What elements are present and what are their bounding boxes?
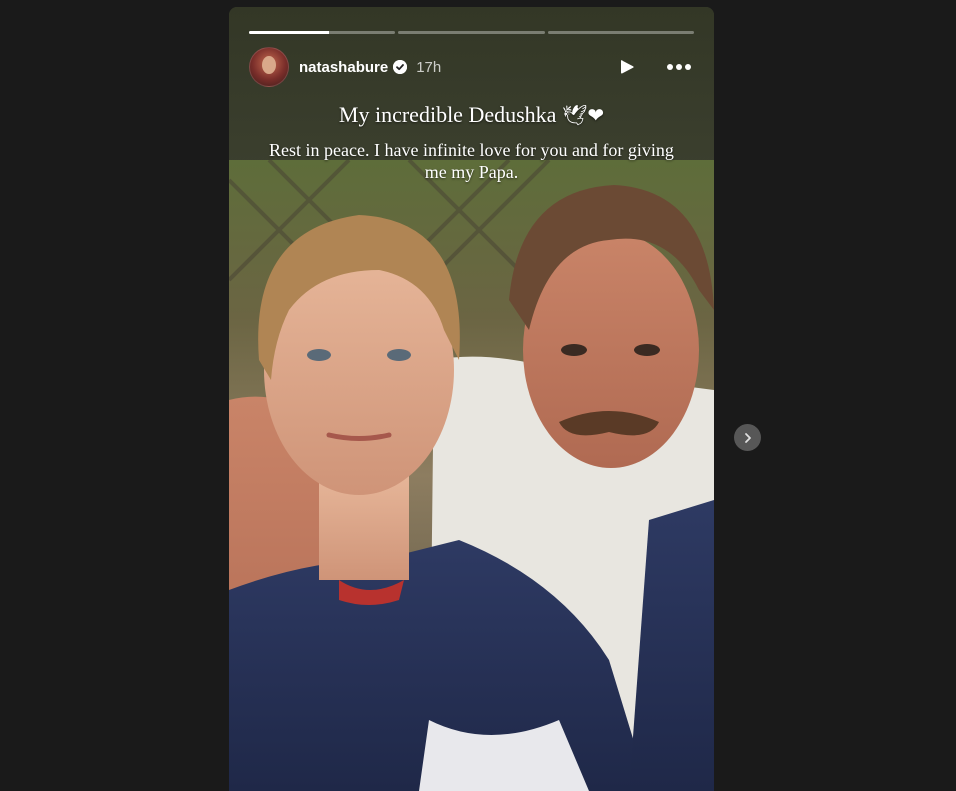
avatar[interactable] [249, 47, 289, 87]
post-time: 17h [416, 58, 442, 76]
username[interactable]: natashabure [299, 59, 388, 76]
story-viewer: natashabure 17h My incredible Dedushka 🕊… [229, 7, 714, 791]
caption-title-text: My incredible Dedushka [338, 102, 557, 127]
story-progress [249, 31, 694, 34]
play-button[interactable] [612, 52, 642, 82]
play-icon [621, 60, 634, 74]
verified-badge-icon [393, 60, 408, 74]
chevron-right-icon [744, 432, 751, 443]
progress-segment [398, 31, 545, 34]
dove-heart-emoji: 🕊❤ [561, 103, 605, 127]
story-photo-illustration [229, 160, 714, 791]
next-story-button[interactable] [734, 424, 761, 451]
progress-segment [249, 31, 396, 34]
progress-segment [547, 31, 694, 34]
story-photo[interactable] [229, 160, 714, 791]
story-caption-title: My incredible Dedushka 🕊❤ [229, 102, 714, 128]
more-icon [667, 64, 691, 70]
more-options-button[interactable] [664, 52, 694, 82]
story-caption-body: Rest in peace. I have infinite love for … [269, 140, 674, 182]
story-header: natashabure 17h [249, 47, 694, 87]
